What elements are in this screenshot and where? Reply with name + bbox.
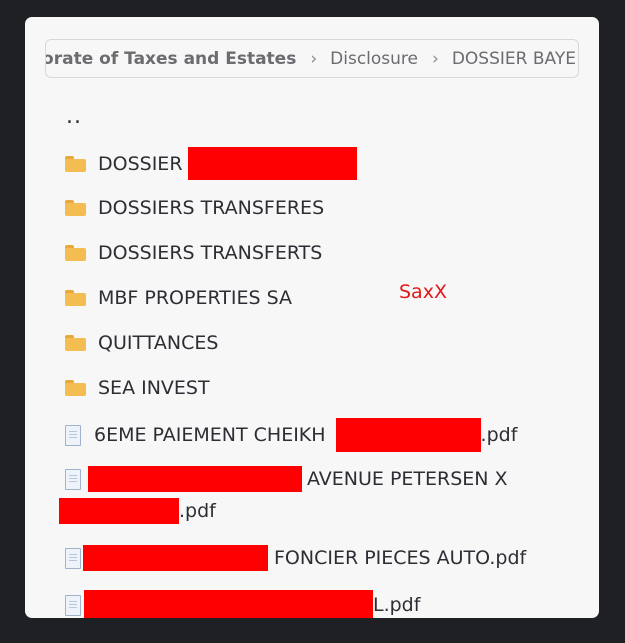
pdf-file-icon [65, 424, 81, 446]
file-name-start: 6EME PAIEMENT CHEIKH [94, 424, 326, 446]
breadcrumb-item-dossier-baye[interactable]: DOSSIER BAYE [452, 49, 576, 69]
file-extension: .pdf [480, 424, 518, 446]
breadcrumb: Directorate of Taxes and Estates › Discl… [45, 39, 579, 78]
folder-name: QUITTANCES [98, 332, 219, 354]
breadcrumb-item-directorate[interactable]: Directorate of Taxes and Estates [46, 49, 296, 69]
annotation-watermark: SaxX [399, 281, 447, 303]
folder-icon [65, 245, 86, 261]
folder-name: DOSSIERS TRANSFERES [98, 197, 325, 219]
list-item-folder[interactable]: DOSSIERS TRANSFERTS [65, 242, 322, 264]
folder-icon [65, 380, 86, 396]
folder-name: DOSSIER [98, 152, 183, 175]
folder-icon [65, 335, 86, 351]
redaction-box [83, 545, 268, 571]
list-item-pdf[interactable]: 6EME PAIEMENT CHEIKH .pdf [65, 418, 517, 452]
breadcrumb-separator-icon: › [432, 48, 439, 69]
pdf-file-icon [65, 594, 81, 616]
pdf-file-icon [65, 468, 81, 490]
folder-icon [65, 155, 86, 172]
list-item-folder[interactable]: DOSSIERS TRANSFERES [65, 197, 324, 219]
redaction-box [84, 590, 373, 618]
redaction-box [187, 147, 357, 180]
list-item-pdf-wrap[interactable]: .pdf [59, 498, 216, 524]
file-name-end: L.pdf [373, 594, 421, 616]
file-name-end: FONCIER PIECES AUTO.pdf [274, 547, 527, 569]
breadcrumb-separator-icon: › [310, 48, 318, 69]
redaction-box [88, 466, 302, 492]
redaction-box [335, 418, 481, 452]
file-name-line1: AVENUE PETERSEN X [307, 468, 508, 490]
file-browser-panel: Directorate of Taxes and Estates › Discl… [25, 17, 599, 618]
folder-name: DOSSIERS TRANSFERTS [98, 242, 323, 264]
folder-name: MBF PROPERTIES SA [98, 287, 293, 309]
pdf-file-icon [65, 547, 81, 569]
parent-directory-label: .. [66, 104, 82, 129]
redaction-box [59, 498, 179, 524]
list-item-folder[interactable]: QUITTANCES [65, 332, 218, 354]
breadcrumb-item-disclosure[interactable]: Disclosure [330, 49, 418, 69]
folder-icon [65, 200, 86, 216]
folder-name: SEA INVEST [98, 377, 210, 399]
list-item-folder[interactable]: SEA INVEST [65, 377, 210, 399]
list-item-pdf[interactable]: FONCIER PIECES AUTO.pdf [65, 545, 526, 571]
file-name-line2: .pdf [179, 500, 216, 522]
list-item-pdf[interactable]: AVENUE PETERSEN X [65, 466, 508, 492]
list-item-pdf[interactable]: L.pdf [65, 590, 420, 618]
folder-icon [65, 290, 86, 306]
list-item-folder[interactable]: DOSSIER [65, 147, 357, 180]
list-item-folder[interactable]: MBF PROPERTIES SA [65, 287, 292, 309]
list-item-parent-directory[interactable]: .. [66, 104, 82, 135]
